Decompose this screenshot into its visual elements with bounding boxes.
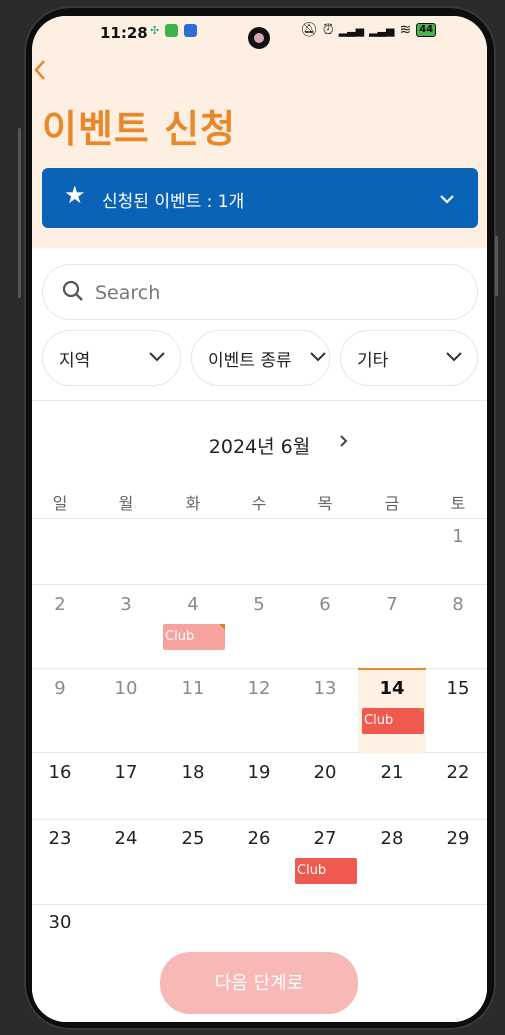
alarm-icon: ⏰︎ [322,22,334,38]
search-icon [62,280,83,301]
calendar-day[interactable]: 4 [163,594,223,615]
divider [32,400,487,401]
wifi-icon: ≋ [399,22,412,38]
weekday-label: 일 [52,494,68,513]
calendar-day[interactable]: 22 [428,762,487,783]
chevron-down-icon [446,352,462,362]
calendar-day[interactable]: 29 [428,828,487,849]
calendar-day[interactable]: 18 [163,762,223,783]
signal-icon: ▂▃▅ [338,23,365,37]
phone-app-icon [184,24,198,37]
phone-side-button [495,236,498,296]
battery-icon: 44 [416,23,437,37]
slack-icon: ✣ [150,24,160,37]
calendar-day[interactable]: 24 [96,828,156,849]
status-time: 11:28 [100,24,148,42]
calendar-day[interactable]: 9 [32,678,90,699]
week-divider [32,518,487,519]
calendar-day[interactable]: 21 [362,762,422,783]
month-text: 2024년 6월 [208,436,311,458]
calendar-day[interactable]: 16 [32,762,90,783]
event-chip[interactable]: Club [295,858,357,884]
calendar-day[interactable]: 5 [229,594,289,615]
month-label: 2024년 6월 [32,432,487,459]
chevron-down-icon [440,195,454,204]
notification-icons: ✣ [150,24,198,37]
week-divider [32,584,487,585]
filter-other[interactable]: 기타 [340,330,478,386]
chevron-down-icon [149,352,165,362]
calendar-day[interactable]: 25 [163,828,223,849]
filter-label: 지역 [59,351,91,371]
filter-label: 이벤트 종류 [208,351,292,371]
calendar-day[interactable]: 17 [96,762,156,783]
system-icons: 🔕︎ ⏰︎ ▂▃▅ ▂▃▅ ≋ 44 [300,22,437,38]
calendar-day[interactable]: 8 [428,594,487,615]
weekday-label: 목 [317,494,333,513]
event-label: Club [297,863,327,878]
event-label: Club [165,629,195,644]
next-step-button[interactable]: 다음 단계로 [160,952,358,1014]
calendar-day[interactable]: 23 [32,828,90,849]
search-bar[interactable] [42,264,478,320]
event-corner-marker [219,624,225,630]
back-button[interactable] [32,58,48,87]
calendar-day[interactable]: 7 [362,594,422,615]
front-camera [248,27,270,49]
calendar-day[interactable]: 2 [32,594,90,615]
page-title: 이벤트 신청 [42,107,237,151]
calendar-day[interactable]: 13 [295,678,355,699]
mute-icon: 🔕︎ [300,22,318,38]
signal-icon: ▂▃▅ [369,23,395,37]
phone-side-button [18,128,21,298]
calendar-day[interactable]: 12 [229,678,289,699]
event-label: Club [364,713,394,728]
app-screen: 11:28 ✣ 🔕︎ ⏰︎ ▂▃▅ ▂▃▅ ≋ 44 이벤트 신청 ★ 신청된 … [32,16,487,1022]
week-divider [32,819,487,820]
status-bar: 11:28 ✣ 🔕︎ ⏰︎ ▂▃▅ ▂▃▅ ≋ 44 [32,16,487,50]
calendar-day[interactable]: 19 [229,762,289,783]
event-chip[interactable]: Club [362,708,424,734]
weekday-label: 금 [384,494,400,513]
registered-events-text: 신청된 이벤트 : 1개 [102,192,245,212]
star-icon: ★ [64,181,86,209]
search-input[interactable] [93,278,457,308]
next-month-button[interactable] [337,430,351,452]
app-notification-icon [165,24,179,37]
weekday-label: 화 [185,494,201,513]
week-divider [32,904,487,905]
weekday-label: 월 [118,494,134,513]
calendar-day[interactable]: 6 [295,594,355,615]
event-corner-marker [418,708,424,714]
calendar-day[interactable]: 28 [362,828,422,849]
chevron-down-icon [310,352,326,362]
calendar-day[interactable]: 10 [96,678,156,699]
registered-events-banner[interactable]: ★ 신청된 이벤트 : 1개 [42,168,478,228]
chevron-left-icon [34,60,45,80]
event-chip[interactable]: Club [163,624,225,650]
weekday-label: 수 [251,494,267,513]
calendar-day[interactable]: 26 [229,828,289,849]
calendar-day[interactable]: 14 [362,678,422,699]
calendar-day[interactable]: 27 [295,828,355,849]
weekday-label: 토 [450,494,466,513]
calendar-day[interactable]: 15 [428,678,487,699]
calendar-day[interactable]: 3 [96,594,156,615]
filter-event-type[interactable]: 이벤트 종류 [191,330,330,386]
filter-region[interactable]: 지역 [42,330,181,386]
calendar-day[interactable]: 11 [163,678,223,699]
filter-label: 기타 [357,351,389,371]
calendar-day[interactable]: 1 [428,526,487,547]
calendar-day[interactable]: 20 [295,762,355,783]
